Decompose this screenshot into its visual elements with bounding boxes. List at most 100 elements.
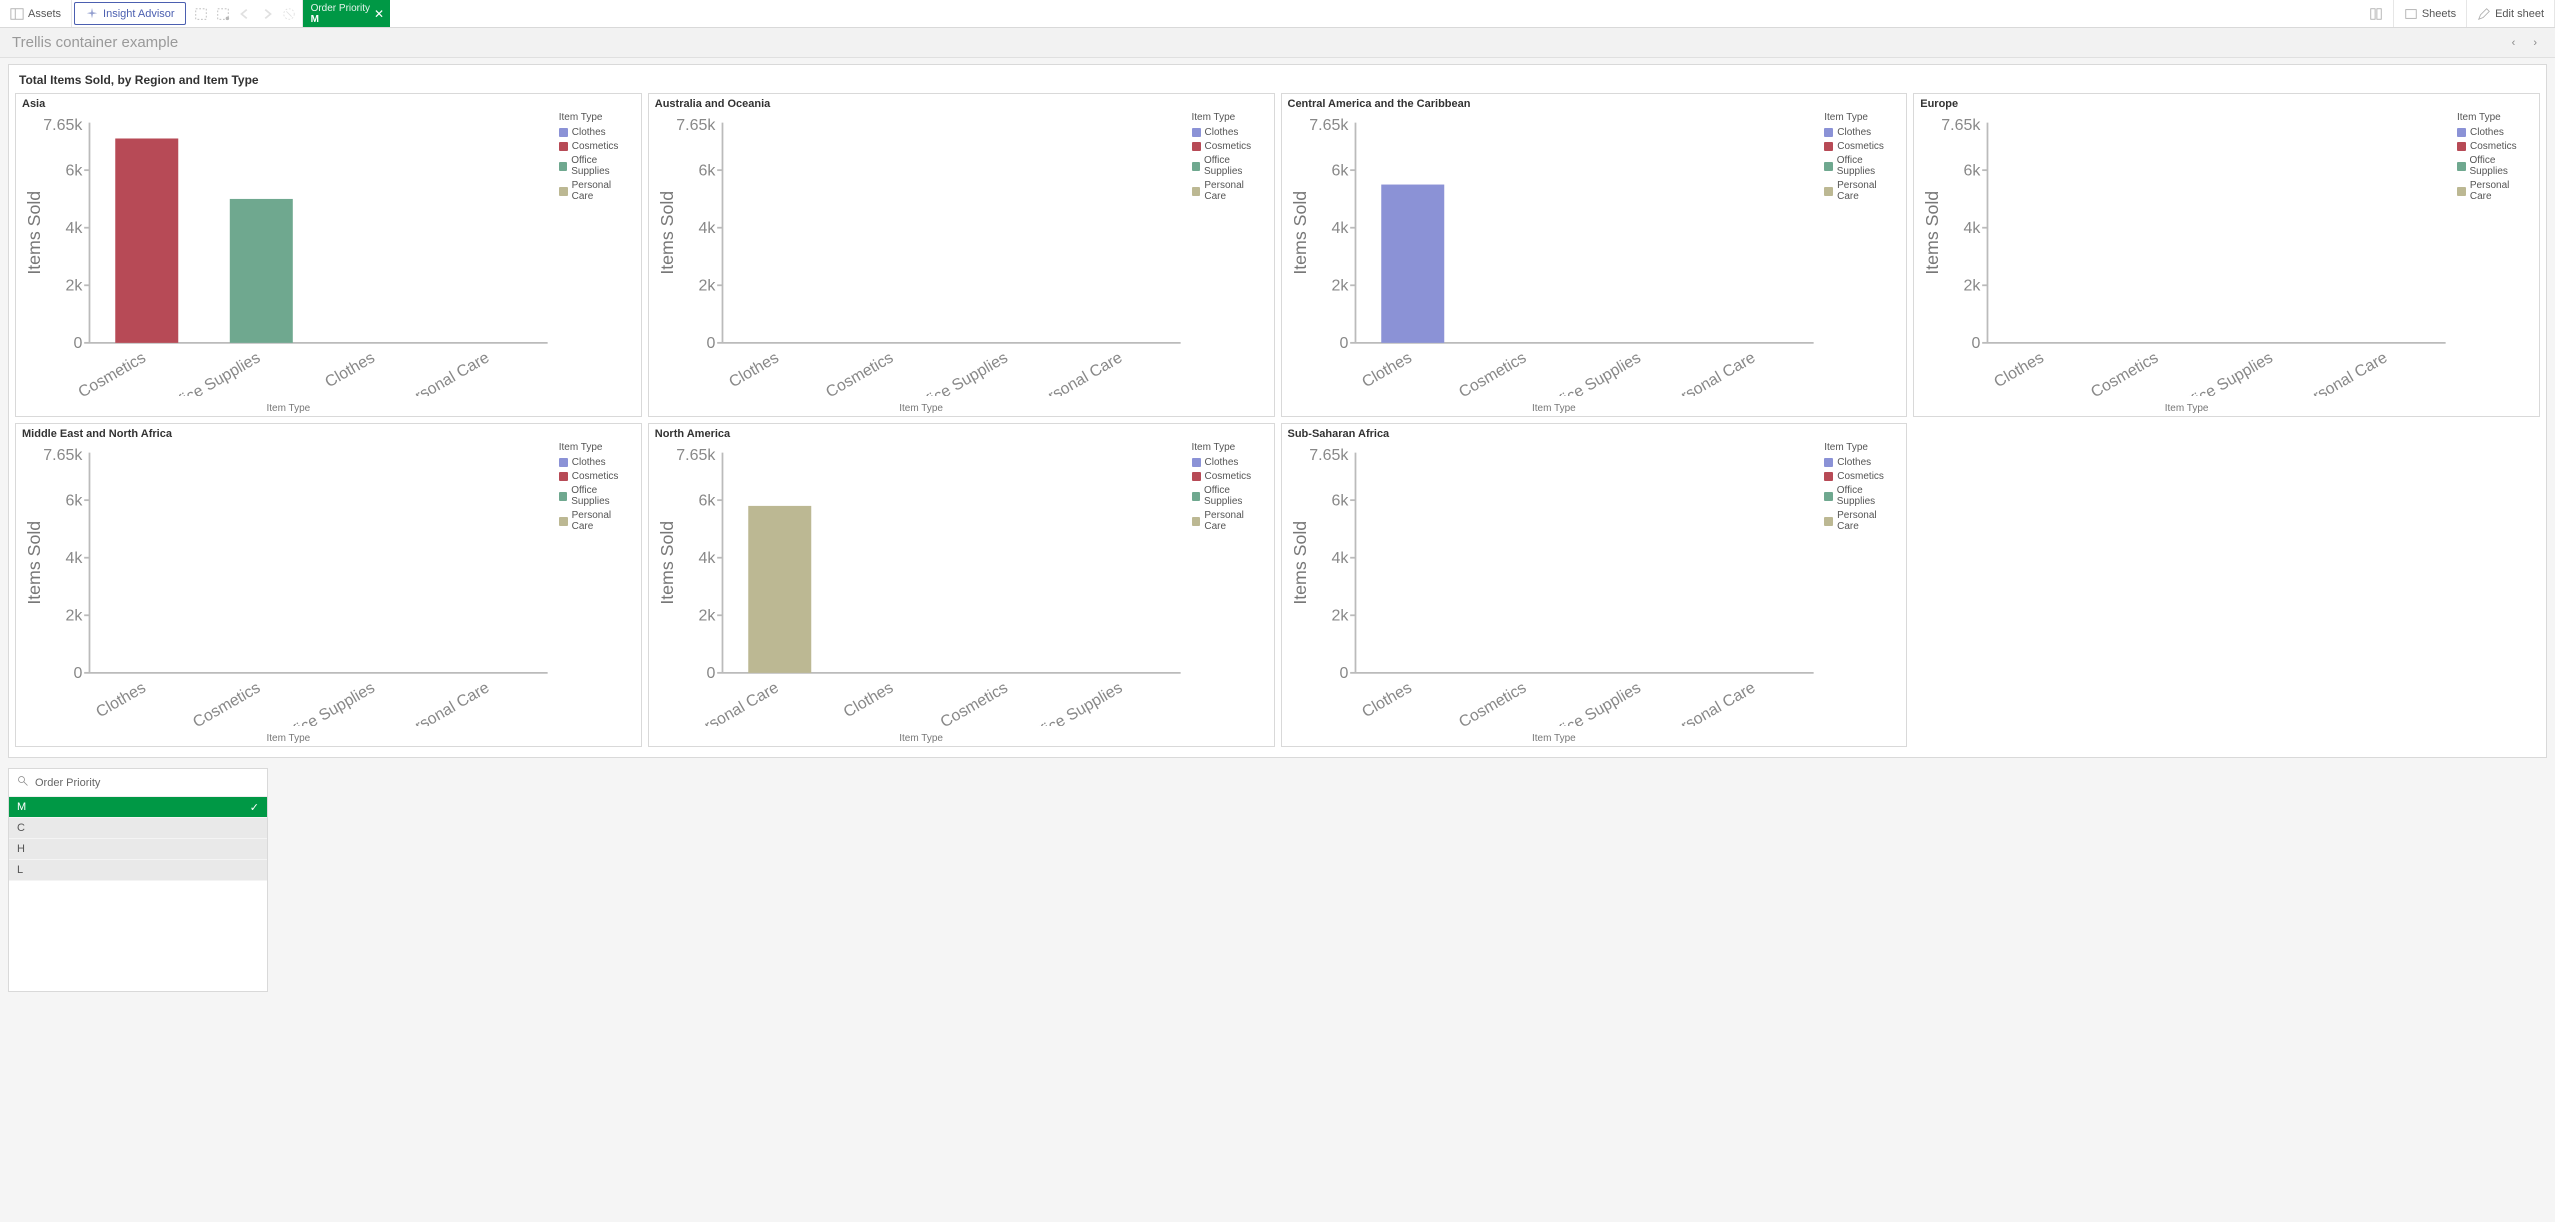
y-tick-label: 4k [698,220,715,237]
legend-item[interactable]: Cosmetics [559,471,635,482]
insight-advisor-button[interactable]: Insight Advisor [74,2,186,25]
filter-option[interactable]: H [9,839,267,860]
legend-item[interactable]: Office Supplies [1192,485,1268,507]
legend-label: Office Supplies [571,155,634,177]
y-tick-label: 6k [698,162,715,179]
legend-item[interactable]: Personal Care [2457,180,2533,202]
legend-item[interactable]: Office Supplies [559,155,635,177]
category-label: Office Supplies [2175,349,2276,396]
trellis-panel: Central America and the Caribbean 7.65k0… [1281,93,1908,417]
legend-item[interactable]: Clothes [559,457,635,468]
y-tick-label: 0 [73,335,82,352]
legend-label: Personal Care [1204,510,1267,532]
sheets-label: Sheets [2422,8,2456,20]
legend-swatch [1192,128,1201,137]
legend-item[interactable]: Office Supplies [1824,155,1900,177]
bar[interactable] [230,199,293,343]
bar[interactable] [748,506,811,673]
legend-label: Cosmetics [572,471,619,482]
y-axis-label: Items Sold [24,521,44,605]
bar-chart[interactable]: 7.65k02k4k6k CosmeticsOffice SuppliesClo… [22,112,555,396]
legend: Item Type Clothes Cosmetics Office Suppl… [1188,442,1268,744]
legend-item[interactable]: Personal Care [1192,180,1268,202]
bookmarks-button[interactable] [2359,0,2394,27]
legend-item[interactable]: Cosmetics [1824,471,1900,482]
legend-item[interactable]: Personal Care [559,510,635,532]
edit-label: Edit sheet [2495,8,2544,20]
legend-swatch [1824,517,1833,526]
clear-selections-icon[interactable] [282,7,296,21]
legend-item[interactable]: Personal Care [1824,180,1900,202]
y-tick-label: 4k [1331,550,1348,567]
legend-swatch [2457,128,2466,137]
filter-option[interactable]: M [9,797,267,818]
step-back-icon[interactable] [238,7,252,21]
legend-item[interactable]: Office Supplies [2457,155,2533,177]
panel-title: Australia and Oceania [655,98,1268,110]
y-tick-label: 4k [1964,220,1981,237]
sheets-button[interactable]: Sheets [2394,0,2467,27]
y-axis-label: Items Sold [1289,521,1309,605]
legend-item[interactable]: Personal Care [559,180,635,202]
bar-chart[interactable]: 7.65k02k4k6k ClothesCosmeticsOffice Supp… [655,112,1188,396]
legend-item[interactable]: Office Supplies [1192,155,1268,177]
legend-item[interactable]: Clothes [1824,457,1900,468]
trellis-panel: Sub-Saharan Africa 7.65k02k4k6k ClothesC… [1281,423,1908,747]
search-icon[interactable] [17,775,29,790]
y-tick-label: 7.65k [1309,447,1348,464]
lasso-icon[interactable] [216,7,230,21]
y-tick-label: 4k [698,550,715,567]
legend-item[interactable]: Personal Care [1824,510,1900,532]
step-fwd-icon[interactable] [260,7,274,21]
close-icon[interactable]: ✕ [374,7,384,21]
selection-pill-order-priority[interactable]: Order Priority M ✕ [303,0,390,27]
legend-item[interactable]: Clothes [1192,127,1268,138]
bar-chart[interactable]: 7.65k02k4k6k Personal CareClothesCosmeti… [655,442,1188,726]
panel-icon [10,7,24,21]
y-tick-label: 7.65k [43,447,82,464]
bar-chart[interactable]: 7.65k02k4k6k ClothesCosmeticsOffice Supp… [22,442,555,726]
legend-swatch [559,517,568,526]
bar-chart[interactable]: 7.65k02k4k6k ClothesCosmeticsOffice Supp… [1288,112,1821,396]
legend-swatch [1192,492,1201,501]
x-axis-label: Item Type [22,403,555,414]
next-sheet-button[interactable]: › [2527,35,2543,51]
bar[interactable] [1381,185,1444,343]
legend-item[interactable]: Cosmetics [2457,141,2533,152]
legend-item[interactable]: Clothes [1192,457,1268,468]
legend-item[interactable]: Cosmetics [1192,471,1268,482]
category-label: Cosmetics [76,349,149,396]
bookmark-icon [2369,7,2383,21]
assets-button[interactable]: Assets [0,0,72,27]
trellis-panel: Asia 7.65k02k4k6k CosmeticsOffice Suppli… [15,93,642,417]
filter-field-label: Order Priority [35,777,100,789]
bar-chart[interactable]: 7.65k02k4k6k ClothesCosmeticsOffice Supp… [1288,442,1821,726]
legend-item[interactable]: Personal Care [1192,510,1268,532]
sheet-title-bar: Trellis container example ‹ › [0,28,2555,58]
bar[interactable] [115,138,178,342]
legend-item[interactable]: Clothes [1824,127,1900,138]
category-label: Personal Care [1661,679,1758,726]
panel-title: North America [655,428,1268,440]
legend-item[interactable]: Office Supplies [1824,485,1900,507]
legend-item[interactable]: Cosmetics [1824,141,1900,152]
filter-option[interactable]: C [9,818,267,839]
legend-label: Personal Care [1837,510,1900,532]
y-axis-label: Items Sold [1289,191,1309,275]
bar-chart[interactable]: 7.65k02k4k6k ClothesCosmeticsOffice Supp… [1920,112,2453,396]
smart-select-icon[interactable] [194,7,208,21]
insight-label: Insight Advisor [103,8,175,20]
prev-sheet-button[interactable]: ‹ [2506,35,2522,51]
legend-title: Item Type [1192,442,1268,453]
legend-item[interactable]: Office Supplies [559,485,635,507]
legend-item[interactable]: Clothes [2457,127,2533,138]
legend-item[interactable]: Clothes [559,127,635,138]
filter-option[interactable]: L [9,860,267,881]
edit-sheet-button[interactable]: Edit sheet [2467,0,2555,27]
legend-label: Cosmetics [1837,141,1884,152]
trellis-panel: Australia and Oceania 7.65k02k4k6k Cloth… [648,93,1275,417]
sheet-title: Trellis container example [12,34,178,51]
legend-item[interactable]: Cosmetics [559,141,635,152]
legend-swatch [559,472,568,481]
legend-item[interactable]: Cosmetics [1192,141,1268,152]
